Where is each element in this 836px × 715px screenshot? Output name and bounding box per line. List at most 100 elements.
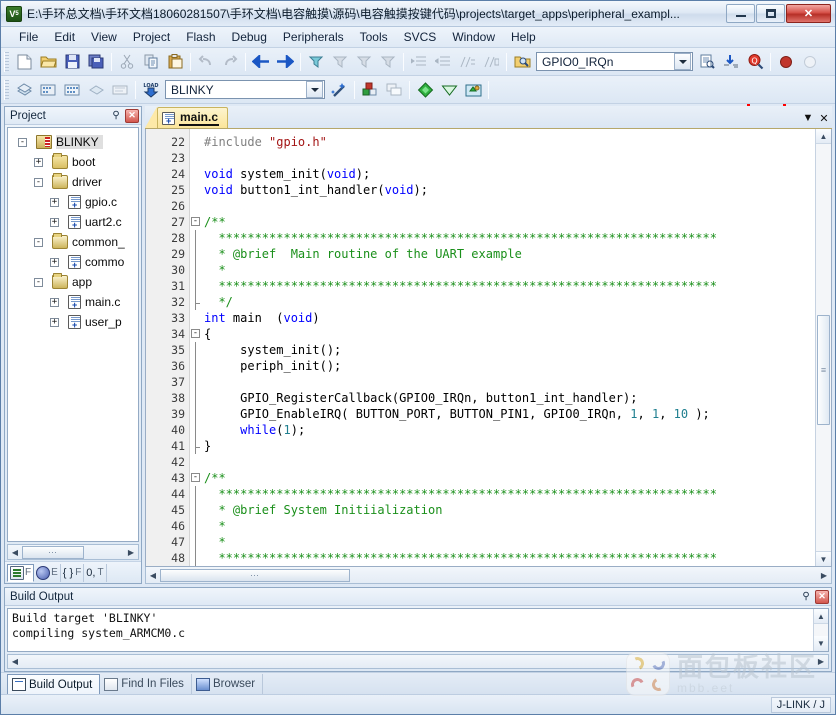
find-combo[interactable]: GPIO0_IRQn <box>536 52 693 71</box>
find-combo-value[interactable]: GPIO0_IRQn <box>537 55 673 69</box>
scroll-thumb[interactable]: ⋯ <box>22 545 84 559</box>
scroll-left-icon[interactable]: ◀ <box>8 546 22 559</box>
scroll-up-icon[interactable]: ▲ <box>816 129 831 144</box>
tab-books[interactable]: E <box>34 563 61 582</box>
menu-item-flash[interactable]: Flash <box>178 28 223 46</box>
tree-item-common[interactable]: - common_ <box>8 232 138 252</box>
pin-icon[interactable]: ⚲ <box>109 109 123 123</box>
chevron-down-icon[interactable] <box>674 53 691 70</box>
code-line[interactable]: system_init(); <box>204 342 815 358</box>
target-combo[interactable]: BLINKY <box>165 80 325 99</box>
tab-templates[interactable]: 0, T <box>84 563 107 582</box>
new-file-icon[interactable] <box>13 51 35 73</box>
expand-icon[interactable]: + <box>50 297 59 307</box>
collapse-icon[interactable]: - <box>34 237 43 247</box>
code-line[interactable]: /** <box>204 214 815 230</box>
code-line[interactable]: * <box>204 534 815 550</box>
code-line[interactable]: ****************************************… <box>204 550 815 566</box>
menu-item-file[interactable]: File <box>11 28 46 46</box>
code-hscrollbar[interactable]: ◀ ⋯ ▶ <box>145 567 832 584</box>
code-line[interactable]: ****************************************… <box>204 278 815 294</box>
maximize-button[interactable] <box>756 4 785 23</box>
manage-run-environment-icon[interactable] <box>462 79 484 101</box>
tree-item-boot[interactable]: + boot <box>8 152 138 172</box>
magnifier-search-icon[interactable]: Q <box>744 51 766 73</box>
pin-icon[interactable]: ⚲ <box>799 590 813 604</box>
code-line[interactable]: * <box>204 262 815 278</box>
code-line[interactable]: void button1_int_handler(void); <box>204 182 815 198</box>
code-line[interactable]: */ <box>204 294 815 310</box>
menu-item-peripherals[interactable]: Peripherals <box>275 28 352 46</box>
minimize-button[interactable] <box>726 4 755 23</box>
code-line[interactable]: GPIO_EnableIRQ( BUTTON_PORT, BUTTON_PIN1… <box>204 406 815 422</box>
menu-item-svcs[interactable]: SVCS <box>396 28 445 46</box>
tree-item-gpioc[interactable]: + gpio.c <box>8 192 138 212</box>
configure-flash-green-icon[interactable] <box>414 79 436 101</box>
project-tree-hscrollbar[interactable]: ◀ ⋯ ▶ <box>7 544 139 560</box>
rebuild-icon[interactable] <box>61 79 83 101</box>
find-in-files-2-icon[interactable] <box>696 51 718 73</box>
menu-item-edit[interactable]: Edit <box>46 28 83 46</box>
open-file-icon[interactable] <box>37 51 59 73</box>
find-in-files-icon[interactable] <box>511 51 533 73</box>
scroll-down-icon[interactable]: ▼ <box>814 636 828 651</box>
tab-build-output[interactable]: Build Output <box>7 674 101 694</box>
tree-item-commo[interactable]: + commo <box>8 252 138 272</box>
scroll-left-icon[interactable]: ◀ <box>8 655 22 668</box>
collapse-icon[interactable]: - <box>18 137 27 147</box>
menu-item-tools[interactable]: Tools <box>352 28 396 46</box>
collapse-icon[interactable]: - <box>191 473 200 482</box>
scroll-track[interactable]: ≡ <box>816 144 831 551</box>
manage-project-items-icon[interactable] <box>359 79 381 101</box>
menu-item-view[interactable]: View <box>83 28 125 46</box>
close-button[interactable]: ✕ <box>786 4 831 23</box>
expand-icon[interactable]: + <box>34 157 43 167</box>
editor-tab-main-c[interactable]: main.c <box>157 107 229 128</box>
navigate-forward-icon[interactable] <box>274 51 296 73</box>
code-line[interactable]: int main (void) <box>204 310 815 326</box>
collapse-icon[interactable]: - <box>191 329 200 338</box>
translate-icon[interactable] <box>13 79 35 101</box>
fold-marker[interactable]: - <box>190 214 204 230</box>
code-line[interactable]: void system_init(void); <box>204 166 815 182</box>
menu-item-window[interactable]: Window <box>444 28 503 46</box>
tree-item-driver[interactable]: - driver <box>8 172 138 192</box>
tree-item-mainc[interactable]: + main.c <box>8 292 138 312</box>
code-line[interactable]: * @brief System Initiialization <box>204 502 815 518</box>
code-line[interactable]: * <box>204 518 815 534</box>
tab-functions[interactable]: { } F <box>61 563 85 582</box>
target-combo-value[interactable]: BLINKY <box>166 83 305 97</box>
toolbar-grip[interactable] <box>4 79 9 100</box>
menu-item-project[interactable]: Project <box>125 28 178 46</box>
code-line[interactable]: } <box>204 438 815 454</box>
scroll-right-icon[interactable]: ▶ <box>817 569 831 582</box>
expand-icon[interactable]: + <box>50 257 59 267</box>
collapse-icon[interactable]: - <box>191 217 200 226</box>
scroll-thumb[interactable]: ⋯ <box>160 568 350 582</box>
build-icon[interactable] <box>37 79 59 101</box>
stop-build-icon[interactable] <box>775 51 797 73</box>
code-lines[interactable]: #include "gpio.h" void system_init(void)… <box>204 129 815 566</box>
tab-project[interactable]: F <box>7 563 35 582</box>
project-tree[interactable]: - BLINKY + boot - driver + gpio.c + uart2.c - commo… <box>7 127 139 542</box>
fold-marker[interactable]: - <box>190 326 204 342</box>
tab-browser[interactable]: Browser <box>192 674 264 694</box>
collapse-icon[interactable]: - <box>34 277 43 287</box>
scroll-down-icon[interactable]: ▼ <box>816 551 831 566</box>
download-icon[interactable]: LOAD <box>140 79 162 101</box>
tree-item-blinky[interactable]: - BLINKY <box>8 132 138 152</box>
code-editor[interactable]: 22 23 24 25 26 27 28 29 30 31 32 33 34 35 36 37 38 39 40 41… <box>145 129 832 567</box>
code-line[interactable]: ****************************************… <box>204 230 815 246</box>
expand-icon[interactable]: + <box>50 317 59 327</box>
target-options-wand-icon[interactable] <box>328 79 350 101</box>
code-line[interactable]: ****************************************… <box>204 486 815 502</box>
code-line[interactable]: /** <box>204 470 815 486</box>
scroll-left-icon[interactable]: ◀ <box>146 569 160 582</box>
code-line[interactable]: * @brief Main routine of the UART exampl… <box>204 246 815 262</box>
expand-icon[interactable]: + <box>50 217 59 227</box>
code-scroll-area[interactable]: 22 23 24 25 26 27 28 29 30 31 32 33 34 35 36 37 38 39 40 41… <box>146 129 815 566</box>
tab-find-in-files[interactable]: Find In Files <box>100 674 192 694</box>
collapse-icon[interactable]: - <box>34 177 43 187</box>
build-output-vscrollbar[interactable]: ▲ ▼ <box>813 609 828 651</box>
build-output-hscrollbar[interactable]: ◀ ▶ <box>7 654 829 669</box>
